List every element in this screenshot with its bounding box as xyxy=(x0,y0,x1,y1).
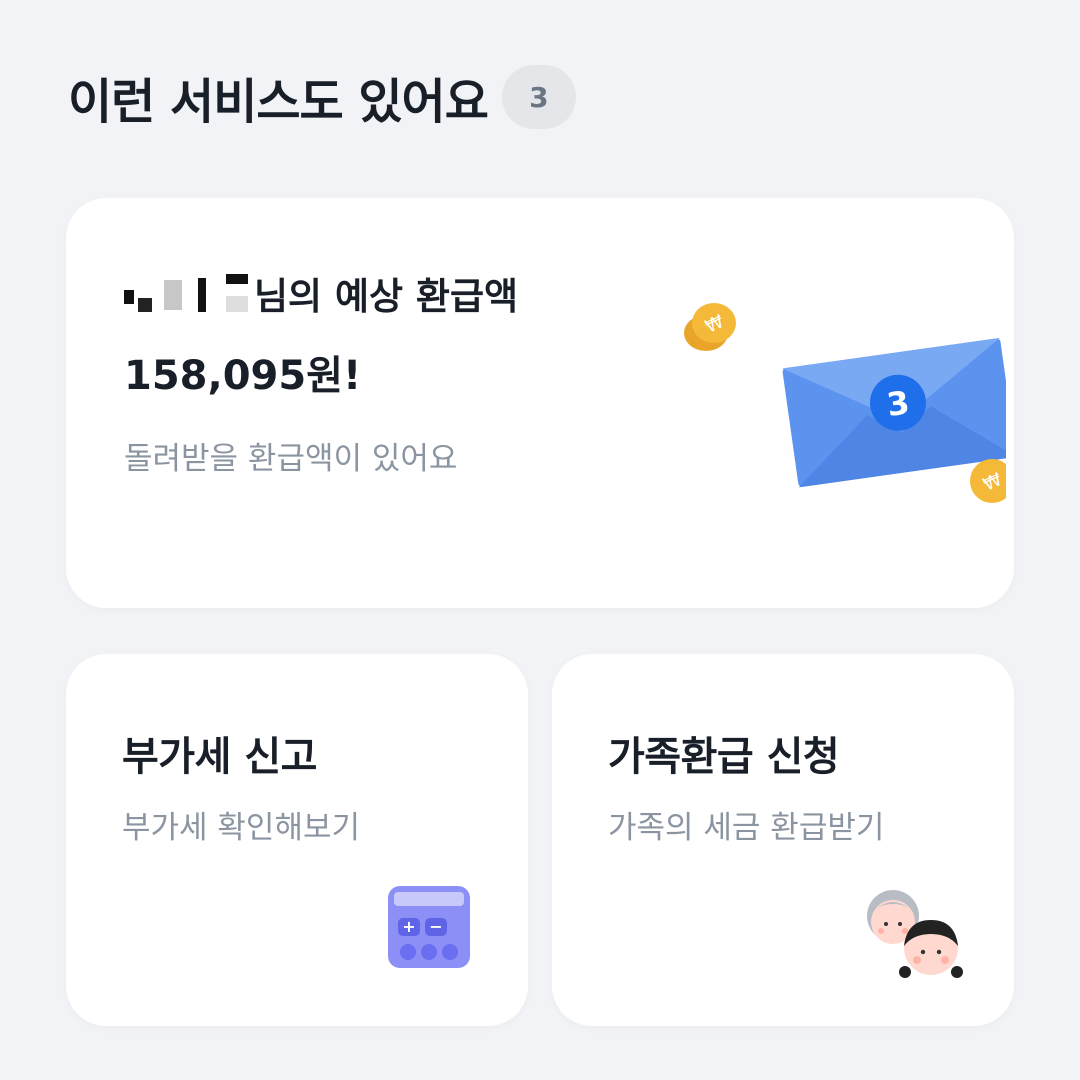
service-count-badge: 3 xyxy=(501,65,576,129)
svg-text:+: + xyxy=(402,917,415,936)
family-subtitle: 가족의 세금 환급받기 xyxy=(608,810,885,846)
refund-subtitle: 돌려받을 환급액이 있어요 xyxy=(124,441,458,477)
vat-report-card[interactable]: 부가세 신고 부가세 확인해보기 + − xyxy=(66,654,528,1026)
envelope-icon: ₩ 3 ₩ xyxy=(684,303,1006,503)
vat-title: 부가세 신고 xyxy=(122,734,317,780)
section-title: 이런 서비스도 있어요 xyxy=(68,74,489,130)
section-header: 이런 서비스도 있어요 3 xyxy=(68,62,576,132)
refund-title-text: 님의 예상 환급액 xyxy=(254,275,519,318)
svg-text:−: − xyxy=(429,917,442,936)
vat-subtitle: 부가세 확인해보기 xyxy=(122,810,361,846)
refund-amount: 158,095원! xyxy=(124,353,362,399)
calculator-icon: + − xyxy=(388,886,470,968)
family-title: 가족환급 신청 xyxy=(608,734,840,780)
masked-username xyxy=(124,274,248,312)
family-icon xyxy=(867,890,963,978)
coin-icon: ₩ xyxy=(970,459,1006,503)
refund-title: 님의 예상 환급액 xyxy=(124,266,518,320)
services-page: 이런 서비스도 있어요 3 님의 예상 환급액 158,095원! 돌려받을 환… xyxy=(0,0,1080,1080)
refund-estimate-card[interactable]: 님의 예상 환급액 158,095원! 돌려받을 환급액이 있어요 ₩ 3 ₩ xyxy=(66,198,1014,608)
family-refund-card[interactable]: 가족환급 신청 가족의 세금 환급받기 xyxy=(552,654,1014,1026)
coin-icon: ₩ xyxy=(684,303,736,351)
